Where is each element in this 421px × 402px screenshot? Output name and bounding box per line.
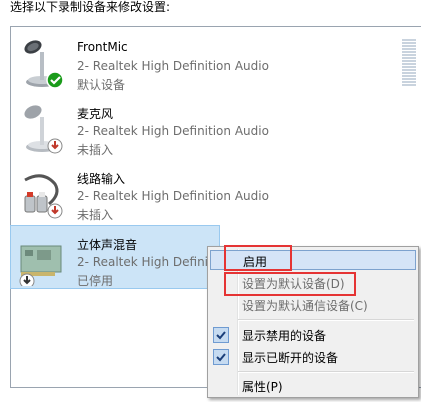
menu-item-set-default[interactable]: 设置为默认设备(D) xyxy=(210,273,416,293)
menu-item-show-disabled[interactable]: 显示禁用的设备 xyxy=(210,325,416,345)
microphone-default-icon xyxy=(24,40,64,89)
checkmark-icon xyxy=(213,349,229,365)
device-name: 麦克风 xyxy=(77,107,114,121)
device-item-microphone[interactable]: 麦克风 2- Realtek High Definition Audio 未插入 xyxy=(11,95,311,159)
menu-item-label: 设置为默认通信设备(C) xyxy=(242,299,368,313)
device-driver: 2- Realtek High Definition Audio xyxy=(77,124,269,138)
device-item-stereo-mix[interactable]: 立体声混音 2- Realtek High Definiti 已停用 xyxy=(10,225,220,289)
device-item-line-in[interactable]: 线路输入 2- Realtek High Definition Audio 未插… xyxy=(11,160,311,224)
menu-item-label: 属性(P) xyxy=(242,380,283,394)
device-status: 未插入 xyxy=(77,143,114,157)
menu-separator xyxy=(238,319,414,321)
device-name: 立体声混音 xyxy=(77,238,138,252)
menu-item-label: 显示已断开的设备 xyxy=(242,351,339,365)
device-name: FrontMic xyxy=(77,40,128,54)
menu-item-label: 显示禁用的设备 xyxy=(242,329,327,343)
menu-separator xyxy=(238,371,414,373)
microphone-unplugged-icon xyxy=(24,105,63,154)
device-name: 线路输入 xyxy=(77,172,126,186)
level-meter xyxy=(402,39,416,89)
prompt-text: 选择以下录制设备来修改设置: xyxy=(10,0,171,14)
sound-card-disabled-icon xyxy=(19,245,62,286)
menu-gutter xyxy=(237,249,239,395)
device-driver: 2- Realtek High Definition Audio xyxy=(77,189,269,203)
device-status: 默认设备 xyxy=(77,78,126,92)
line-in-cable-icon xyxy=(24,174,63,219)
menu-item-enable[interactable]: 启用 xyxy=(210,250,416,270)
device-status: 已停用 xyxy=(77,274,114,288)
menu-item-show-disconnected[interactable]: 显示已断开的设备 xyxy=(210,347,416,367)
menu-item-set-default-comm[interactable]: 设置为默认通信设备(C) xyxy=(210,295,416,315)
menu-item-label: 启用 xyxy=(243,255,268,269)
menu-item-properties[interactable]: 属性(P) xyxy=(210,376,416,396)
device-item-frontmic[interactable]: FrontMic 2- Realtek High Definition Audi… xyxy=(11,30,311,94)
context-menu: 启用 设置为默认设备(D) 设置为默认通信设备(C) 显示禁用的设备 显示已断开… xyxy=(207,246,419,398)
device-driver: 2- Realtek High Definiti xyxy=(77,255,217,269)
checkmark-icon xyxy=(213,327,229,343)
device-status: 未插入 xyxy=(77,208,114,222)
device-driver: 2- Realtek High Definition Audio xyxy=(77,59,269,73)
menu-item-label: 设置为默认设备(D) xyxy=(242,277,345,291)
